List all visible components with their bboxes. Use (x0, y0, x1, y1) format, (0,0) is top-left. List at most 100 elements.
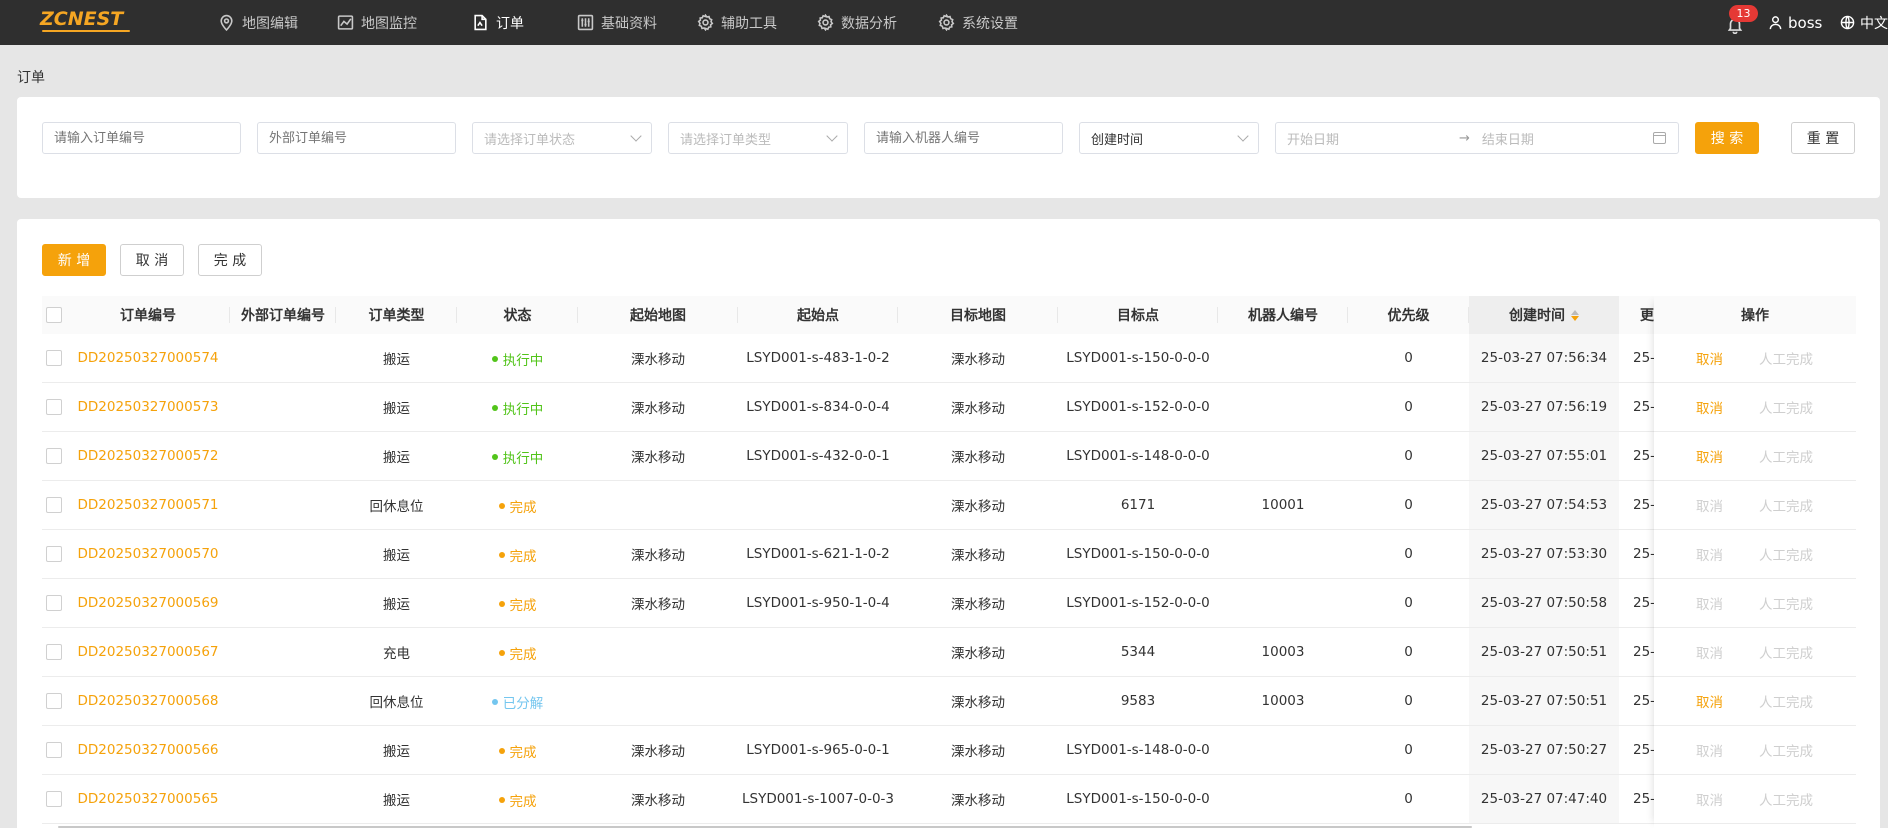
cell-text: 溧水移动 (951, 499, 1005, 515)
order-number-link[interactable]: DD20250327000573 (77, 399, 218, 415)
table-row: DD20250327000574 搬运 执行中 溧水移动 LSYD001-s-483-1… (42, 334, 1856, 383)
column-header-cb[interactable] (42, 296, 66, 334)
order-number-link[interactable]: DD20250327000565 (77, 791, 218, 807)
cell-trunc: 25- (1619, 334, 1654, 382)
cell-text: 0 (1404, 399, 1413, 415)
cell-text: LSYD001-s-152-0-0-0 (1066, 595, 1210, 611)
external-order-number-input[interactable] (257, 122, 456, 154)
date-range-picker[interactable]: 开始日期 → 结束日期 (1275, 122, 1679, 154)
start-date-placeholder[interactable]: 开始日期 (1287, 129, 1459, 148)
row-checkbox[interactable] (46, 644, 62, 660)
status-badge: 完成 (498, 545, 537, 565)
order-number-link[interactable]: DD20250327000574 (77, 350, 218, 366)
truncated-cell: 25- (1633, 497, 1654, 513)
cell-status: 执行中 (457, 334, 578, 382)
status-dot-icon (498, 748, 505, 754)
cell-robot (1218, 383, 1348, 431)
cell-text: 溧水移动 (951, 548, 1005, 564)
table-row: DD20250327000568 回休息位 已分解 溧水移动 9583 10003 0 25-… (42, 677, 1856, 726)
table-row: DD20250327000566 搬运 完成 溧水移动 LSYD001-s-965-0-… (42, 726, 1856, 775)
cell-trunc: 25- (1619, 628, 1654, 676)
column-header-created[interactable]: 创建时间 (1469, 296, 1619, 334)
row-checkbox[interactable] (46, 546, 62, 562)
nav-aux-tools[interactable]: 辅助工具 (697, 0, 777, 45)
nav-orders[interactable]: 订单 (472, 0, 524, 45)
order-number-input[interactable] (42, 122, 241, 154)
sort-icon[interactable] (1571, 309, 1579, 321)
sliders-icon (577, 14, 594, 31)
complete-orders-button[interactable]: 完 成 (198, 244, 262, 276)
order-number-link[interactable]: DD20250327000566 (77, 742, 218, 758)
nav-label: 地图监控 (361, 15, 417, 32)
cell-from_map (578, 628, 738, 676)
time-field-select[interactable]: 创建时间 (1079, 122, 1259, 154)
cell-status: 执行中 (457, 383, 578, 431)
add-order-button[interactable]: 新 增 (42, 244, 106, 276)
robot-number-input[interactable] (864, 122, 1063, 154)
nav-data-analysis[interactable]: 数据分析 (817, 0, 897, 45)
order-number-link[interactable]: DD20250327000567 (77, 644, 218, 660)
cell-to_pt: 5344 (1058, 628, 1218, 676)
cell-ext (230, 383, 336, 431)
status-dot-icon (498, 552, 505, 558)
order-number-link[interactable]: DD20250327000569 (77, 595, 218, 611)
cell-from_map: 溧水移动 (578, 579, 738, 627)
order-type-select[interactable]: 请选择订单类型 (668, 122, 848, 154)
user-menu[interactable]: boss (1768, 0, 1822, 45)
cell-to_map: 溧水移动 (898, 334, 1058, 382)
gear-icon (938, 14, 955, 31)
cell-text: LSYD001-s-834-0-0-4 (746, 399, 890, 415)
cell-to_pt: LSYD001-s-148-0-0-0 (1058, 726, 1218, 774)
cell-to_pt: 6171 (1058, 481, 1218, 529)
order-status-select[interactable]: 请选择订单状态 (472, 122, 652, 154)
cell-created: 25-03-27 07:53:30 (1469, 530, 1619, 578)
nav-map-monitor[interactable]: 地图监控 (337, 0, 417, 45)
cell-text: 0 (1404, 693, 1413, 709)
cell-text: 25-03-27 07:50:27 (1480, 742, 1608, 758)
cell-trunc: 25- (1619, 775, 1654, 823)
reset-button[interactable]: 重 置 (1791, 122, 1855, 154)
cell-text: 0 (1404, 497, 1413, 513)
row-checkbox[interactable] (46, 693, 62, 709)
row-checkbox[interactable] (46, 742, 62, 758)
cell-text: LSYD001-s-150-0-0-0 (1066, 791, 1210, 807)
row-checkbox[interactable] (46, 791, 62, 807)
status-text: 完成 (509, 647, 537, 663)
cell-created: 25-03-27 07:56:34 (1469, 334, 1619, 382)
cell-from_pt (738, 628, 898, 676)
cell-created: 25-03-27 07:55:01 (1469, 432, 1619, 480)
select-all-checkbox[interactable] (46, 307, 62, 323)
status-dot-icon (498, 601, 505, 607)
table-row: DD20250327000567 充电 完成 溧水移动 5344 10003 0 25-03-… (42, 628, 1856, 677)
cell-priority: 0 (1348, 726, 1469, 774)
nav-base-data[interactable]: 基础资料 (577, 0, 657, 45)
cancel-orders-button[interactable]: 取 消 (120, 244, 184, 276)
order-number-link[interactable]: DD20250327000570 (77, 546, 218, 562)
cell-type: 搬运 (336, 334, 457, 382)
cell-text: 25-03-27 07:50:51 (1480, 693, 1608, 709)
nav-system-settings[interactable]: 系统设置 (938, 0, 1018, 45)
search-button[interactable]: 搜 索 (1695, 122, 1759, 154)
order-number-link[interactable]: DD20250327000572 (77, 448, 218, 464)
truncated-cell: 25- (1633, 644, 1654, 660)
order-number-link[interactable]: DD20250327000571 (77, 497, 218, 513)
status-badge: 完成 (498, 790, 537, 810)
row-checkbox[interactable] (46, 448, 62, 464)
cell-to_pt: LSYD001-s-150-0-0-0 (1058, 530, 1218, 578)
row-checkbox[interactable] (46, 595, 62, 611)
order-number-link[interactable]: DD20250327000568 (77, 693, 218, 709)
nav-label: 系统设置 (962, 15, 1018, 32)
language-switch[interactable]: 中文 (1840, 0, 1888, 45)
cell-to_pt: 9583 (1058, 677, 1218, 725)
cell-to_pt: LSYD001-s-150-0-0-0 (1058, 334, 1218, 382)
column-header-from_pt: 起始点 (738, 296, 898, 334)
nav-map-edit[interactable]: 地图编辑 (218, 0, 298, 45)
truncated-cell: 25- (1633, 791, 1654, 807)
cell-text: 溧水移动 (631, 401, 685, 417)
row-checkbox[interactable] (46, 350, 62, 366)
cell-id: DD20250327000569 (66, 579, 230, 627)
end-date-placeholder[interactable]: 结束日期 (1482, 129, 1534, 148)
row-checkbox[interactable] (46, 399, 62, 415)
cell-robot (1218, 775, 1348, 823)
row-checkbox[interactable] (46, 497, 62, 513)
